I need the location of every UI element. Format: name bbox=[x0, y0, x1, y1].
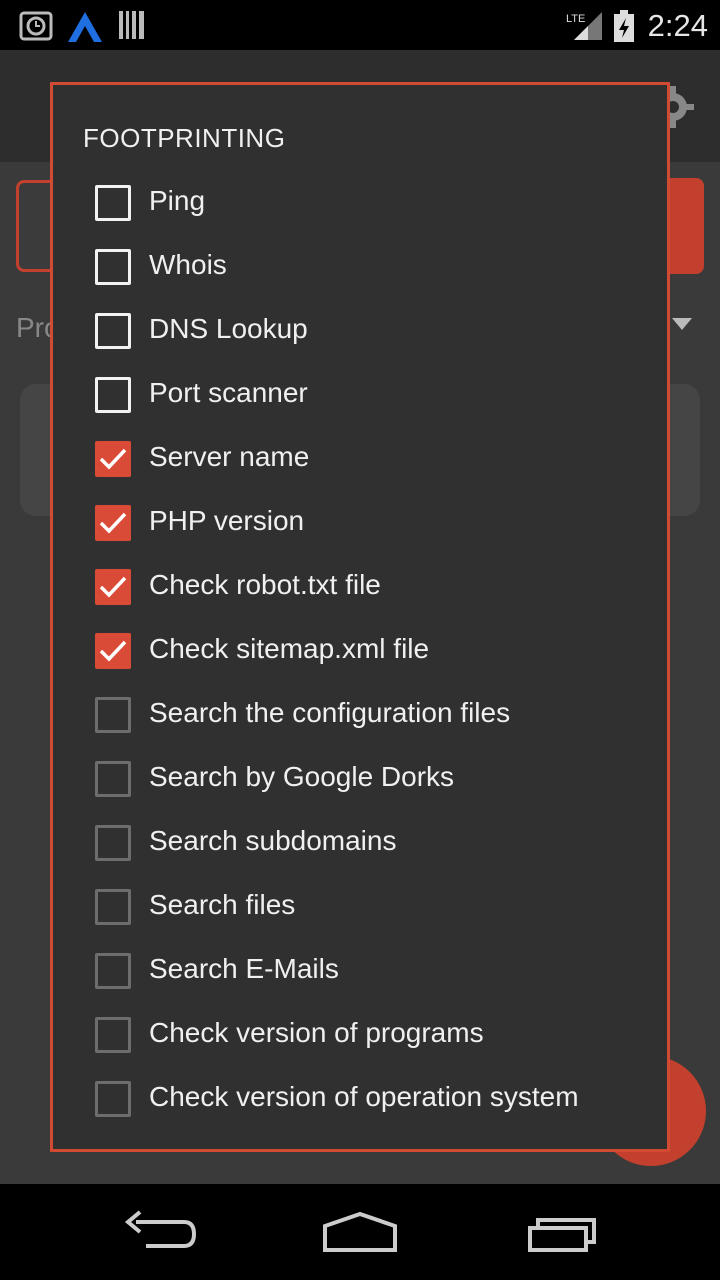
dropdown-caret-icon[interactable] bbox=[672, 318, 692, 330]
checkbox-item[interactable]: Check robot.txt file bbox=[95, 565, 655, 621]
status-bar: LTE 2:24 bbox=[0, 0, 720, 50]
checkbox-item[interactable]: Server name bbox=[95, 437, 655, 493]
checkmark-icon bbox=[99, 512, 127, 534]
alarm-icon bbox=[19, 11, 53, 41]
app-a-icon bbox=[68, 12, 102, 42]
checkbox-label: Check robot.txt file bbox=[149, 569, 381, 600]
checkbox-label: Search files bbox=[149, 889, 296, 920]
checkbox-unchecked[interactable] bbox=[95, 313, 131, 349]
checkbox-unchecked[interactable] bbox=[95, 697, 131, 733]
home-icon[interactable] bbox=[305, 1198, 415, 1266]
recents-icon[interactable] bbox=[506, 1198, 616, 1266]
checkbox-item[interactable]: Whois bbox=[95, 245, 655, 301]
checkbox-checked[interactable] bbox=[95, 441, 131, 477]
checkbox-label: Check sitemap.xml file bbox=[149, 633, 430, 664]
checkbox-item[interactable]: Search E-Mails bbox=[95, 949, 655, 1005]
checkbox-item[interactable]: Port scanner bbox=[95, 373, 655, 429]
checkbox-label: Search the configuration files bbox=[149, 697, 511, 728]
checkbox-unchecked[interactable] bbox=[95, 377, 131, 413]
svg-text:LTE: LTE bbox=[566, 13, 585, 25]
checkbox-item[interactable]: Search the configuration files bbox=[95, 693, 655, 749]
checkbox-checked[interactable] bbox=[95, 505, 131, 541]
barcode-icon bbox=[119, 11, 144, 39]
checkbox-label: Search E-Mails bbox=[149, 953, 339, 984]
checkbox-label: DNS Lookup bbox=[149, 313, 308, 344]
back-icon[interactable] bbox=[106, 1198, 216, 1266]
checkbox-unchecked[interactable] bbox=[95, 1081, 131, 1117]
checkbox-label: Server name bbox=[149, 441, 310, 472]
checkbox-unchecked[interactable] bbox=[95, 761, 131, 797]
checkbox-item[interactable]: Check sitemap.xml file bbox=[95, 629, 655, 685]
checkbox-item[interactable]: DNS Lookup bbox=[95, 309, 655, 365]
checkbox-label: Check version of programs bbox=[149, 1017, 484, 1048]
checkbox-unchecked[interactable] bbox=[95, 185, 131, 221]
checkbox-label: Search subdomains bbox=[149, 825, 397, 856]
checkbox-item[interactable]: Search subdomains bbox=[95, 821, 655, 877]
clock: 2:24 bbox=[647, 8, 708, 43]
checkbox-item[interactable]: Check version of programs bbox=[95, 1013, 655, 1069]
checkbox-item[interactable]: PHP version bbox=[95, 501, 655, 557]
dialog-title: FOOTPRINTING bbox=[83, 123, 286, 153]
checkbox-unchecked[interactable] bbox=[95, 249, 131, 285]
navigation-bar bbox=[0, 1184, 720, 1280]
checkbox-checked[interactable] bbox=[95, 569, 131, 605]
checkbox-unchecked[interactable] bbox=[95, 1017, 131, 1053]
checkbox-checked[interactable] bbox=[95, 633, 131, 669]
checkbox-label: Whois bbox=[149, 249, 227, 280]
checkbox-item[interactable]: Search files bbox=[95, 885, 655, 941]
checkbox-label: Check version of operation system bbox=[149, 1081, 579, 1112]
footprinting-dialog: FOOTPRINTING Ping Whois DNS Lookup Port sca… bbox=[50, 82, 670, 1152]
checkbox-label: Search by Google Dorks bbox=[149, 761, 455, 792]
checkbox-item[interactable]: Search by Google Dorks bbox=[95, 757, 655, 813]
checkmark-icon bbox=[99, 640, 127, 662]
checkbox-unchecked[interactable] bbox=[95, 889, 131, 925]
checkbox-item[interactable]: Ping bbox=[95, 181, 655, 237]
checkbox-label: PHP version bbox=[149, 505, 305, 536]
checkbox-label: Port scanner bbox=[149, 377, 308, 408]
checkmark-icon bbox=[99, 448, 127, 470]
checkbox-unchecked[interactable] bbox=[95, 953, 131, 989]
battery-icon bbox=[614, 10, 634, 42]
checkbox-item[interactable]: Check version of operation system bbox=[95, 1077, 655, 1133]
signal-icon: LTE bbox=[566, 12, 602, 40]
checkbox-unchecked[interactable] bbox=[95, 825, 131, 861]
checkbox-label: Ping bbox=[149, 185, 206, 216]
checkmark-icon bbox=[99, 576, 127, 598]
